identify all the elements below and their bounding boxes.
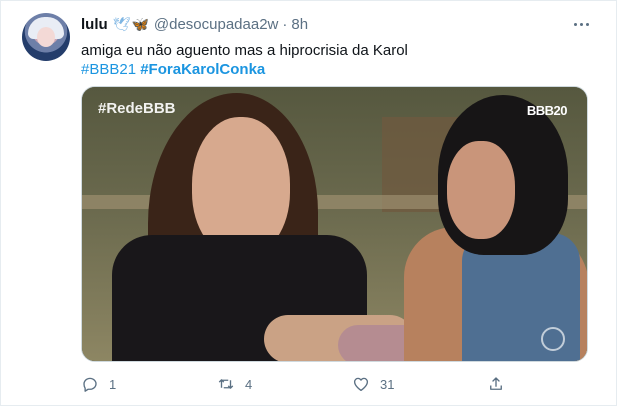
- like-count: 31: [380, 376, 395, 392]
- hashtag-forakarolconka[interactable]: #ForaKarolConka: [140, 61, 265, 78]
- avatar[interactable]: [22, 13, 70, 61]
- more-icon[interactable]: [571, 14, 591, 34]
- tweet-header: lulu 🕊🦋 @desocupadaa2w · 8h: [81, 14, 308, 34]
- like-button[interactable]: 31: [352, 375, 394, 393]
- tweet-hashtags: #BBB21 #ForaKarolConka: [81, 60, 265, 79]
- retweet-count: 4: [245, 376, 253, 392]
- more-dot: [579, 22, 583, 26]
- retweet-icon: [218, 379, 234, 389]
- hashtag-bbb21[interactable]: #BBB21: [81, 61, 136, 78]
- tweet-card[interactable]: lulu 🕊🦋 @desocupadaa2w · 8h amiga eu não…: [0, 0, 617, 406]
- more-dot: [585, 22, 589, 26]
- tweet-text: amiga eu não aguento mas a hiprocrisia d…: [81, 42, 408, 59]
- media-watermark-right: BBB20: [526, 103, 568, 118]
- globo-logo-icon: [541, 327, 565, 351]
- share-icon: [490, 377, 502, 390]
- reply-icon: [83, 377, 97, 392]
- more-dot: [573, 22, 577, 26]
- tweet-media-image[interactable]: #RedeBBB BBB20: [81, 86, 588, 362]
- tweet-time[interactable]: 8h: [291, 16, 308, 33]
- name-emoji: 🕊🦋: [112, 15, 150, 32]
- reply-button[interactable]: 1: [81, 375, 116, 393]
- separator-dot: ·: [282, 15, 288, 33]
- like-icon: [353, 377, 369, 392]
- display-name[interactable]: lulu: [81, 16, 108, 33]
- reply-count: 1: [109, 376, 117, 392]
- share-button[interactable]: [487, 375, 505, 393]
- retweet-button[interactable]: 4: [217, 375, 252, 393]
- avatar-face: [37, 27, 55, 47]
- user-handle[interactable]: @desocupadaa2w: [154, 16, 278, 33]
- tweet-actions: 1 4 31: [81, 375, 591, 395]
- media-watermark-left: #RedeBBB: [98, 100, 176, 117]
- person-right-face: [447, 141, 515, 239]
